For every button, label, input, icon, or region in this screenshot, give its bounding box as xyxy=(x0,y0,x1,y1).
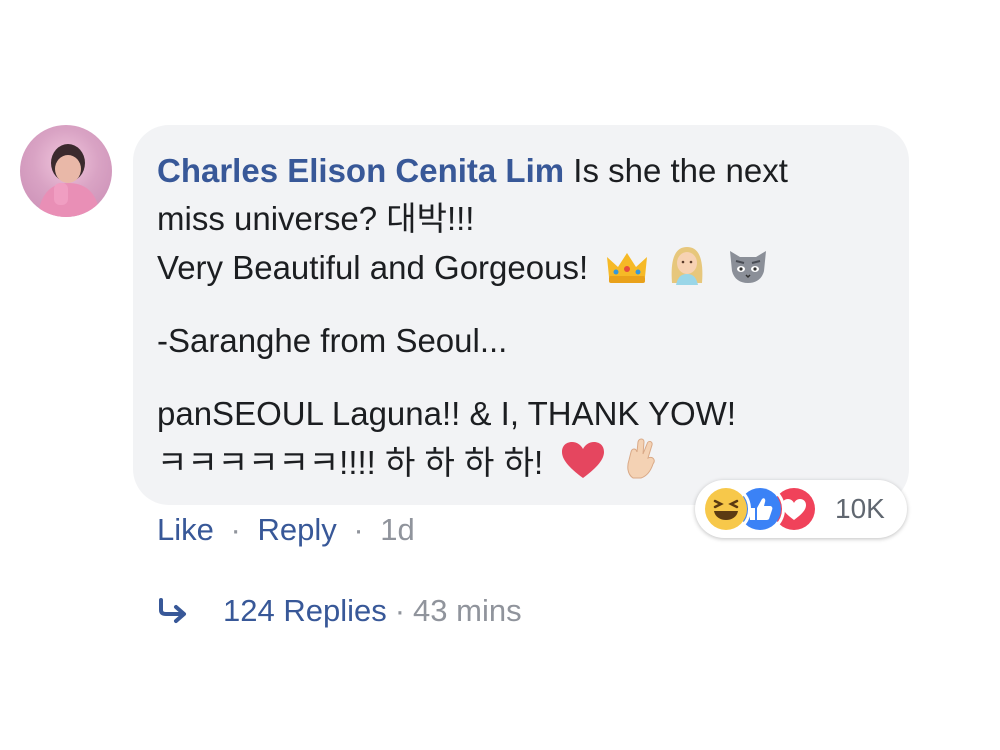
like-button[interactable]: Like xyxy=(157,512,214,547)
separator: · xyxy=(394,593,406,628)
avatar[interactable] xyxy=(20,125,112,217)
replies-timestamp: 43 mins xyxy=(413,593,522,628)
comment-line: Very Beautiful and Gorgeous! xyxy=(157,249,589,286)
reactions-summary[interactable]: 10K xyxy=(695,480,907,538)
separator: · xyxy=(353,512,364,547)
avatar-photo-icon xyxy=(38,144,100,217)
reply-arrow-icon xyxy=(159,598,186,623)
comment-text: Charles Elison Cenita Lim Is she the nex… xyxy=(157,147,885,487)
comment-line: ㅋㅋㅋㅋㅋㅋ!!!! 하 하 하 하! xyxy=(157,444,544,481)
view-replies-link[interactable]: 124 Replies xyxy=(223,593,387,629)
comment-line: panSEOUL Laguna!! & I, THANK YOW! xyxy=(157,395,736,432)
comment-actions: Like · Reply · 1d xyxy=(157,512,415,548)
comment-line: Is she the next xyxy=(564,152,788,189)
replies-row[interactable]: 124 Replies · 43 mins xyxy=(157,593,522,629)
comment-line: miss universe? 대박!!! xyxy=(157,200,475,237)
reaction-count: 10K xyxy=(835,493,885,524)
reply-button[interactable]: Reply xyxy=(257,512,336,547)
crown-emoji-icon xyxy=(605,251,649,285)
cat-emoji-icon xyxy=(726,245,770,285)
comment-bubble: Charles Elison Cenita Lim Is she the nex… xyxy=(133,125,909,505)
separator: · xyxy=(230,512,241,547)
crossed-fingers-emoji-icon xyxy=(623,438,659,480)
heart-emoji-icon xyxy=(560,440,606,480)
haha-reaction-icon xyxy=(701,484,751,534)
comment-timestamp[interactable]: 1d xyxy=(380,512,414,547)
comment-author-link[interactable]: Charles Elison Cenita Lim xyxy=(157,152,564,189)
woman-emoji-icon xyxy=(666,243,708,285)
comment-line: -Saranghe from Seoul... xyxy=(157,322,508,359)
